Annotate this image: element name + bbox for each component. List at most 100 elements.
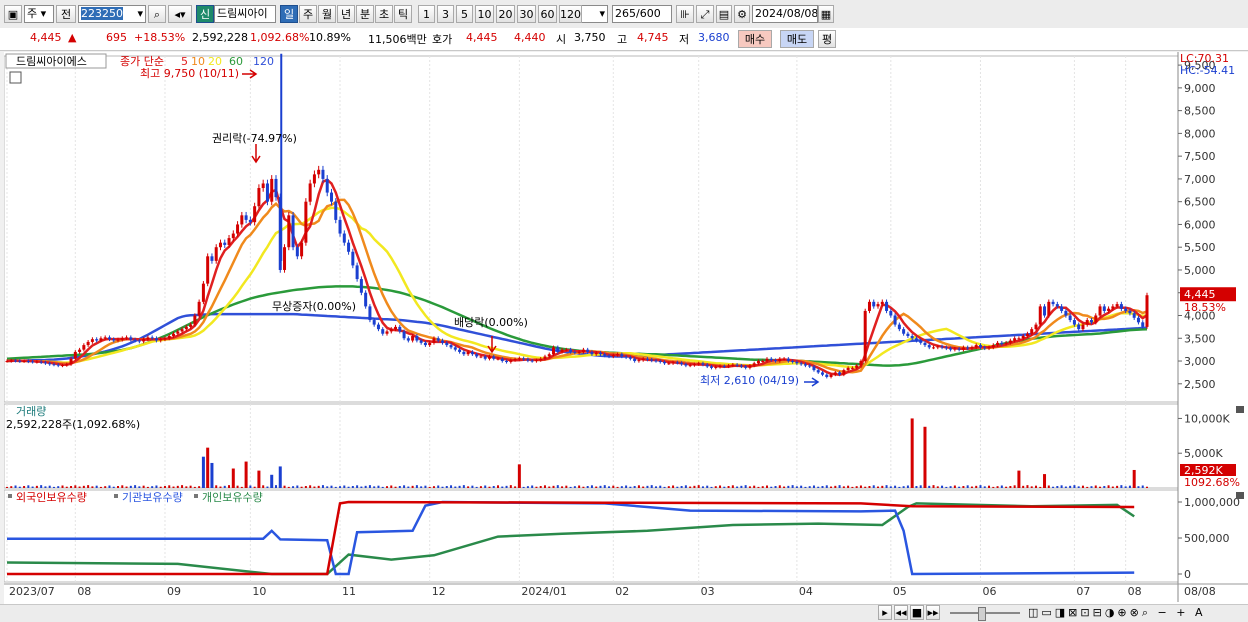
candle-body [658,361,662,363]
volume-bar [266,486,269,488]
period-tab-2[interactable]: 월 [318,5,336,23]
candle-body [210,256,214,261]
candle-body [1124,308,1128,311]
period-tab-5[interactable]: 초 [375,5,393,23]
volume-spike [210,462,214,488]
candle-body [953,348,957,350]
candle-body [487,356,491,359]
volume-bar [842,486,845,488]
x-tick-label: 06 [982,585,996,598]
volume-bar [163,486,166,488]
period-tab-6[interactable]: 틱 [394,5,412,23]
interval-button-10[interactable]: 10 [475,5,494,23]
candle-body [274,178,278,198]
quote-bar: 4,445 ▲ 695 +18.53% 2,592,228 1,092.68% … [0,28,1248,51]
rewind-icon[interactable]: ◂◂ [894,605,908,620]
candle-body [517,358,521,360]
volume-bar [61,485,64,488]
candle-body [978,345,982,348]
high-label: 고 [617,33,628,46]
stop-icon[interactable]: ■ [910,605,924,620]
sell-button[interactable]: 매도 [780,30,814,48]
candle-body [453,347,457,350]
draw-tool-icon[interactable]: ⤢ [696,5,714,23]
candle-body [863,310,867,362]
candle-body [411,335,415,341]
market-select[interactable]: 주 ▾ [24,5,54,23]
tool-icons[interactable]: ◫▭◨⊠⊡⊟◑⊕⊗⌕ − + A [1028,606,1205,620]
volume-bar [168,485,171,488]
interval-button-1[interactable]: 1 [418,5,435,23]
volume-bar [740,485,743,488]
candle-body [692,364,696,366]
candle-body [910,335,914,339]
period-tab-1[interactable]: 주 [299,5,317,23]
interval-button-60[interactable]: 60 [538,5,557,23]
price-tick-label: 7,000 [1184,173,1216,186]
volume-bar [223,485,226,488]
interval-button-120[interactable]: 120 [559,5,582,23]
candle-body [569,349,573,352]
interval-button-3[interactable]: 3 [437,5,454,23]
volume-bar [859,485,862,488]
scroll-right-icon[interactable]: ▸ [878,605,892,620]
volume-bar [590,485,593,488]
volume-ratio: 1,092.68% [250,31,310,44]
avg-button[interactable]: 평 [818,30,836,48]
volume-bar [454,486,457,488]
volume-bar [889,486,892,488]
interval-button-30[interactable]: 30 [517,5,536,23]
volume-bar [825,485,828,488]
save-icon[interactable]: ▤ [716,5,732,23]
forward-icon[interactable]: ▸▸ [926,605,940,620]
volume-bar [996,486,999,488]
ma-period-60: 60 [229,55,243,68]
zoom-slider-thumb[interactable] [978,607,986,621]
volume-bar [945,486,948,488]
period-tab-3[interactable]: 년 [337,5,355,23]
chart-svg[interactable]: 9,5009,0008,5008,0007,5007,0006,5006,000… [3,52,1248,604]
gear-icon[interactable]: ⚙ [734,5,750,23]
volume-bar [390,485,393,488]
prev-button[interactable]: 전 [56,5,76,23]
candle-body [466,351,470,355]
volume-bar [680,486,683,488]
candle-body [223,242,227,245]
volume-bar [1073,485,1076,488]
date-input[interactable]: 2024/08/08 [752,5,818,23]
interval-button-5[interactable]: 5 [456,5,473,23]
period-tab-0[interactable]: 일 [280,5,298,23]
candle-icon[interactable]: ⊪ [676,5,694,23]
candle-body [718,366,722,368]
volume-spike [231,468,235,488]
volume-tick-label: 5,000K [1184,447,1223,460]
calendar-icon[interactable]: ▦ [818,5,834,23]
ask-label: 호가 [432,33,453,46]
holding-tick-label: 500,000 [1184,532,1230,545]
interval-button-20[interactable]: 20 [496,5,515,23]
volume-bar [151,486,154,488]
candle-body [291,215,295,248]
period-tab-4[interactable]: 분 [356,5,374,23]
candle-body [432,338,436,343]
volume-bar [57,486,60,488]
volume-bar [300,486,303,488]
ma-period-120: 120 [253,55,274,68]
candle-body [1047,301,1051,316]
high-value: 4,745 [637,31,669,44]
candle-body [69,358,73,365]
candle-body [244,215,248,220]
search-icon[interactable]: ⌕ [148,5,166,23]
speaker-icon[interactable]: ◂▾ [168,5,192,23]
count-input[interactable]: 265/600 [612,5,672,23]
candle-body [914,338,918,341]
candle-body [385,331,389,334]
window-icon[interactable]: ▣ [4,5,22,23]
volume-bar [855,486,858,488]
code-input[interactable]: 223250 ▾ [78,5,146,23]
candle-body [18,360,22,362]
buy-button[interactable]: 매수 [738,30,772,48]
chart-area[interactable]: 9,500 9,000 8,500 8,000 7,500 7,000 6,500 6,000… [3,52,1248,604]
candle-body [769,358,773,361]
volume-bar [23,486,26,488]
